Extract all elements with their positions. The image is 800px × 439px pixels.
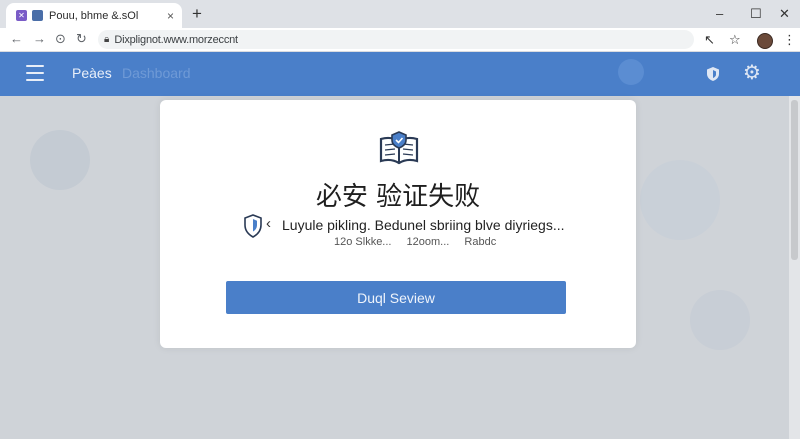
app-subtitle-faded: Dashboard	[122, 65, 191, 81]
app-title: Peàes	[72, 65, 112, 81]
profile-avatar[interactable]	[757, 33, 773, 49]
verification-failed-dialog: 必安 验证失败 ‹ Luyule pikling. Bedunel sbriin…	[160, 100, 636, 348]
site-favicon-icon	[32, 10, 43, 21]
dialog-title: 必安 验证失败	[315, 182, 481, 212]
detail-item: Rabdc	[464, 236, 497, 248]
new-tab-button[interactable]: +	[192, 4, 202, 24]
tab-close-icon[interactable]: ×	[167, 9, 174, 23]
lock-icon: 🔒︎	[104, 34, 110, 45]
app-favicon-icon: ✕	[16, 10, 27, 21]
extension-icon[interactable]: ↖	[704, 31, 715, 48]
browser-menu-icon[interactable]: ⋮	[783, 31, 796, 48]
maximize-button[interactable]: ☐	[750, 6, 762, 22]
shield-warning-icon	[244, 214, 262, 238]
detail-item: 12o Slkke...	[334, 236, 392, 248]
security-shield-icon[interactable]	[706, 66, 720, 82]
browser-tab[interactable]: ✕ Pouu, bhme &.sOl ×	[6, 3, 182, 28]
background-blob	[690, 290, 750, 350]
browser-tabstrip: ✕ Pouu, bhme &.sOl × + – ☐ ✕	[0, 0, 800, 28]
background-blob	[640, 160, 720, 240]
error-message: Luyule pikling. Bedunel sbriing blve diy…	[282, 217, 565, 233]
chevron-left-icon[interactable]: ‹	[266, 215, 271, 233]
close-window-button[interactable]: ✕	[779, 6, 790, 22]
back-arrow-icon[interactable]: ←	[10, 30, 23, 48]
book-shield-icon	[379, 131, 419, 165]
browser-toolbar: ← → ⊙ ↻ 🔒︎ Dixplignot.www.morzeccnt ↖ ☆ …	[0, 28, 800, 52]
detail-item: 12oom...	[406, 236, 450, 248]
shield-badge-icon	[618, 59, 644, 85]
home-icon[interactable]: ⊙	[55, 30, 66, 48]
tab-title: Pouu, bhme &.sOl	[49, 9, 139, 22]
error-details: 12o Slkke... 12oom... Rabdc	[334, 236, 508, 248]
hamburger-menu-icon[interactable]	[26, 65, 44, 81]
app-header: Peàes Dashboard	[0, 52, 800, 96]
address-bar[interactable]: 🔒︎ Dixplignot.www.morzeccnt	[98, 30, 694, 49]
minimize-button[interactable]: –	[716, 6, 723, 22]
reload-icon[interactable]: ↻	[76, 30, 87, 48]
scrollbar-thumb[interactable]	[791, 100, 798, 260]
url-text: Dixplignot.www.morzeccnt	[114, 33, 238, 46]
background-blob	[30, 130, 90, 190]
gear-icon[interactable]: ⚙	[743, 62, 761, 84]
review-button[interactable]: Duql Seview	[226, 281, 566, 314]
forward-arrow-icon[interactable]: →	[33, 30, 46, 48]
bookmark-star-icon[interactable]: ☆	[729, 31, 741, 48]
